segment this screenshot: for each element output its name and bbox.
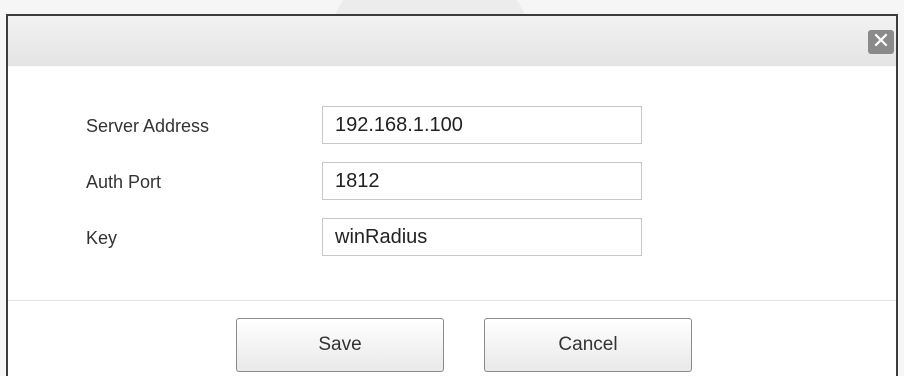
cancel-button[interactable]: Cancel <box>484 318 692 372</box>
key-input[interactable] <box>322 218 642 256</box>
close-icon: ✕ <box>871 29 891 54</box>
save-button[interactable]: Save <box>236 318 444 372</box>
server-address-row: Server Address <box>8 106 896 146</box>
auth-port-input[interactable] <box>322 162 642 200</box>
dialog-body: Server Address Auth Port Key <box>8 66 896 376</box>
close-button[interactable]: ✕ <box>868 30 894 54</box>
auth-port-row: Auth Port <box>8 162 896 202</box>
dialog-titlebar: ✕ <box>8 16 896 67</box>
screen: ✕ Server Address Auth Port Key Save Canc… <box>0 0 904 376</box>
key-row: Key <box>8 218 896 258</box>
radius-settings-dialog: ✕ Server Address Auth Port Key Save Canc… <box>6 14 898 376</box>
auth-port-label: Auth Port <box>86 172 162 192</box>
footer-divider <box>8 300 896 301</box>
server-address-input[interactable] <box>322 106 642 144</box>
key-label: Key <box>86 228 118 248</box>
save-button-label: Save <box>318 334 362 355</box>
cancel-button-label: Cancel <box>558 334 618 355</box>
server-address-label: Server Address <box>86 116 210 136</box>
